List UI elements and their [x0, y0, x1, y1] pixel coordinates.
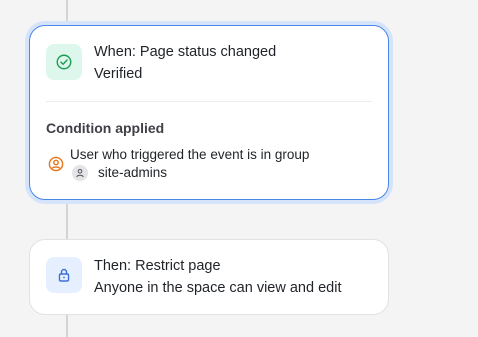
user-icon	[76, 169, 84, 178]
action-description: Anyone in the space can view and edit	[94, 280, 342, 296]
lock-icon	[58, 268, 70, 282]
user-circle-icon	[48, 156, 64, 172]
action-title: Then: Restrict page	[94, 258, 221, 274]
card-divider	[46, 101, 372, 102]
condition-text: User who triggered the event is in group	[70, 147, 310, 162]
flow-connector-middle	[66, 200, 68, 239]
flow-connector-bottom	[66, 315, 68, 337]
trigger-value: Verified	[94, 66, 143, 82]
trigger-card[interactable]: When: Page status changed Verified Condi…	[29, 25, 389, 200]
action-icon-box	[46, 257, 82, 293]
check-circle-icon	[56, 54, 72, 70]
condition-heading: Condition applied	[46, 120, 165, 136]
group-avatar	[72, 165, 88, 181]
flow-connector-top	[66, 0, 68, 25]
group-name: site-admins	[98, 165, 168, 180]
trigger-title: When: Page status changed	[94, 44, 277, 60]
action-card[interactable]: Then: Restrict page Anyone in the space …	[29, 239, 389, 315]
trigger-icon-box	[46, 44, 82, 80]
